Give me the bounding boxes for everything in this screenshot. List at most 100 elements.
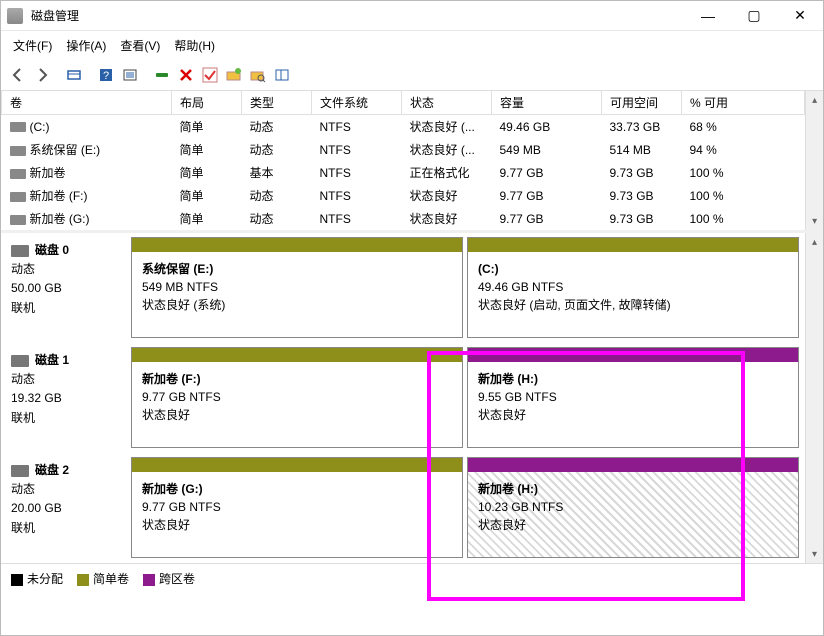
partition-title: 新加卷 (H:)	[478, 480, 788, 498]
col-layout[interactable]: 布局	[172, 91, 242, 115]
new-folder-icon[interactable]	[223, 64, 245, 86]
partition-size: 49.46 GB NTFS	[478, 278, 788, 296]
svg-text:?: ?	[103, 70, 109, 82]
partition[interactable]: (C:)49.46 GB NTFS状态良好 (启动, 页面文件, 故障转储)	[467, 237, 799, 338]
partition-color-bar	[468, 238, 798, 252]
menu-file[interactable]: 文件(F)	[9, 35, 56, 56]
drive-icon	[10, 169, 26, 179]
menu-action[interactable]: 操作(A)	[62, 35, 110, 56]
legend-spanned: 跨区卷	[143, 570, 195, 587]
disk-partitions: 新加卷 (F:)9.77 GB NTFS状态良好新加卷 (H:)9.55 GB …	[131, 343, 805, 452]
disk-icon	[11, 245, 29, 257]
partition-title: (C:)	[478, 260, 788, 278]
check-icon[interactable]	[199, 64, 221, 86]
menu-help[interactable]: 帮助(H)	[170, 35, 219, 56]
partition-color-bar	[132, 348, 462, 362]
maximize-button[interactable]: ▢	[731, 1, 777, 31]
volume-row[interactable]: 新加卷简单基本NTFS正在格式化9.77 GB9.73 GB100 %	[2, 161, 805, 184]
partition-title: 新加卷 (G:)	[142, 480, 452, 498]
volume-row[interactable]: 系统保留 (E:)简单动态NTFS状态良好 (...549 MB514 MB94…	[2, 138, 805, 161]
volume-row[interactable]: 新加卷 (F:)简单动态NTFS状态良好9.77 GB9.73 GB100 %	[2, 184, 805, 207]
forward-button[interactable]	[31, 64, 53, 86]
partition[interactable]: 新加卷 (H:)9.55 GB NTFS状态良好	[467, 347, 799, 448]
partition-size: 9.77 GB NTFS	[142, 498, 452, 516]
partition-size: 9.77 GB NTFS	[142, 388, 452, 406]
partition-status: 状态良好	[142, 406, 452, 424]
partition-color-bar	[132, 458, 462, 472]
disk-size: 50.00 GB	[11, 279, 121, 298]
disk-icon	[11, 465, 29, 477]
volume-table[interactable]: 卷 布局 类型 文件系统 状态 容量 可用空间 % 可用 (C:)简单动态NTF…	[1, 91, 805, 230]
col-capacity[interactable]: 容量	[492, 91, 602, 115]
swatch-simple	[77, 574, 89, 586]
partition-status: 状态良好	[478, 406, 788, 424]
partition-size: 549 MB NTFS	[142, 278, 452, 296]
volume-row[interactable]: 新加卷 (G:)简单动态NTFS状态良好9.77 GB9.73 GB100 %	[2, 207, 805, 230]
show-hide-button[interactable]	[63, 64, 85, 86]
disk-map-pane: 磁盘 0动态50.00 GB联机系统保留 (E:)549 MB NTFS状态良好…	[1, 233, 823, 563]
col-volume[interactable]: 卷	[2, 91, 172, 115]
scroll-down-icon[interactable]: ▾	[806, 545, 823, 563]
menu-view[interactable]: 查看(V)	[116, 35, 164, 56]
delete-icon[interactable]	[175, 64, 197, 86]
partition-color-bar	[132, 238, 462, 252]
partition-size: 9.55 GB NTFS	[478, 388, 788, 406]
toolbar: ?	[1, 62, 823, 91]
partition[interactable]: 新加卷 (H:)10.23 GB NTFS状态良好	[467, 457, 799, 558]
disk-row: 磁盘 2动态20.00 GB联机新加卷 (G:)9.77 GB NTFS状态良好…	[1, 453, 805, 563]
partition-color-bar	[468, 458, 798, 472]
menu-bar: 文件(F) 操作(A) 查看(V) 帮助(H)	[1, 31, 823, 62]
col-status[interactable]: 状态	[402, 91, 492, 115]
partition[interactable]: 新加卷 (G:)9.77 GB NTFS状态良好	[131, 457, 463, 558]
partition-status: 状态良好	[142, 516, 452, 534]
disk-row: 磁盘 0动态50.00 GB联机系统保留 (E:)549 MB NTFS状态良好…	[1, 233, 805, 343]
partition-body: 新加卷 (G:)9.77 GB NTFS状态良好	[132, 472, 462, 557]
content: 卷 布局 类型 文件系统 状态 容量 可用空间 % 可用 (C:)简单动态NTF…	[1, 91, 823, 635]
drive-icon	[10, 146, 26, 156]
partition[interactable]: 系统保留 (E:)549 MB NTFS状态良好 (系统)	[131, 237, 463, 338]
col-free[interactable]: 可用空间	[602, 91, 682, 115]
partition-size: 10.23 GB NTFS	[478, 498, 788, 516]
legend: 未分配 简单卷 跨区卷	[1, 563, 823, 593]
disk-size: 19.32 GB	[11, 389, 121, 408]
partition-status: 状态良好 (系统)	[142, 296, 452, 314]
legend-simple: 简单卷	[77, 570, 129, 587]
properties-button[interactable]	[119, 64, 141, 86]
drive-icon	[10, 192, 26, 202]
close-button[interactable]: ✕	[777, 1, 823, 31]
partition[interactable]: 新加卷 (F:)9.77 GB NTFS状态良好	[131, 347, 463, 448]
disk-type: 动态	[11, 260, 121, 279]
volume-row[interactable]: (C:)简单动态NTFS状态良好 (...49.46 GB33.73 GB68 …	[2, 115, 805, 139]
col-pct-free[interactable]: % 可用	[682, 91, 805, 115]
minimize-button[interactable]: —	[685, 1, 731, 31]
window-title: 磁盘管理	[29, 7, 685, 24]
disk-state: 联机	[11, 519, 121, 538]
drive-icon	[10, 122, 26, 132]
back-button[interactable]	[7, 64, 29, 86]
partition-status: 状态良好	[478, 516, 788, 534]
volume-table-pane: 卷 布局 类型 文件系统 状态 容量 可用空间 % 可用 (C:)简单动态NTF…	[1, 91, 823, 233]
refresh-icon[interactable]	[151, 64, 173, 86]
col-fs[interactable]: 文件系统	[312, 91, 402, 115]
help-icon[interactable]: ?	[95, 64, 117, 86]
drive-icon	[10, 215, 26, 225]
disk-type: 动态	[11, 370, 121, 389]
scroll-down-icon[interactable]: ▾	[806, 212, 823, 230]
partition-body: 新加卷 (H:)9.55 GB NTFS状态良好	[468, 362, 798, 447]
list-view-icon[interactable]	[271, 64, 293, 86]
disk-partitions: 新加卷 (G:)9.77 GB NTFS状态良好新加卷 (H:)10.23 GB…	[131, 453, 805, 562]
table-scrollbar[interactable]: ▴ ▾	[805, 91, 823, 230]
disk-state: 联机	[11, 299, 121, 318]
disk-row: 磁盘 1动态19.32 GB联机新加卷 (F:)9.77 GB NTFS状态良好…	[1, 343, 805, 453]
search-icon[interactable]	[247, 64, 269, 86]
disk-name: 磁盘 2	[35, 463, 69, 477]
partition-body: 新加卷 (F:)9.77 GB NTFS状态良好	[132, 362, 462, 447]
scroll-up-icon[interactable]: ▴	[806, 91, 823, 109]
legend-unallocated: 未分配	[11, 570, 63, 587]
disk-name: 磁盘 1	[35, 353, 69, 367]
col-type[interactable]: 类型	[242, 91, 312, 115]
partition-body: 新加卷 (H:)10.23 GB NTFS状态良好	[468, 472, 798, 557]
scroll-up-icon[interactable]: ▴	[806, 233, 823, 251]
disk-scrollbar[interactable]: ▴ ▾	[805, 233, 823, 563]
swatch-spanned	[143, 574, 155, 586]
